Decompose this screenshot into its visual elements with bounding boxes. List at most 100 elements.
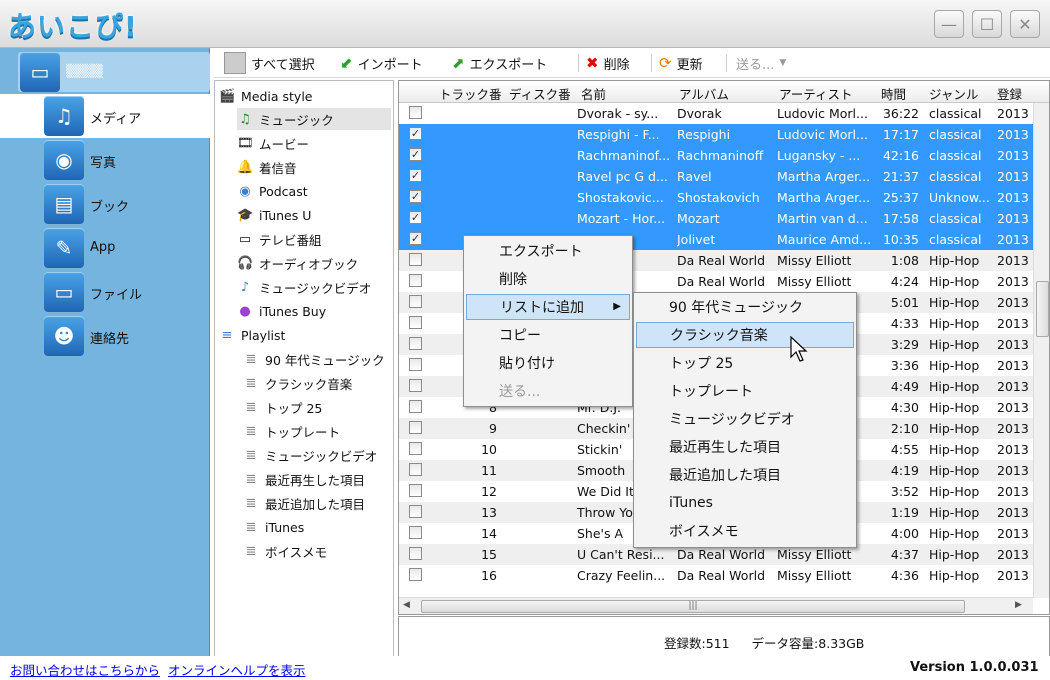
row-checkbox[interactable] <box>409 400 422 413</box>
vertical-scrollbar[interactable] <box>1033 103 1049 598</box>
import-button[interactable]: ⬋ インポート <box>340 53 423 73</box>
maximize-button[interactable]: ☐ <box>972 10 1002 38</box>
menu-item-delete[interactable]: 削除 <box>466 266 630 292</box>
horizontal-scrollbar[interactable]: ◀ ||| ▶ <box>399 597 1033 614</box>
submenu-item[interactable]: ボイスメモ <box>636 518 854 544</box>
tree-item-audiobooks[interactable]: 🎧 オーディオブック <box>237 252 358 274</box>
tree-playlist-item[interactable]: ≣ 最近再生した項目 <box>243 468 365 490</box>
tree-item-itunes-buy[interactable]: ● iTunes Buy <box>237 300 326 322</box>
scroll-thumb[interactable]: ||| <box>421 600 965 613</box>
tree-item-ringtones[interactable]: 🔔 着信音 <box>237 156 297 178</box>
sidebar-item-photos[interactable]: ◉ 写真 <box>0 138 210 182</box>
row-checkbox[interactable] <box>409 274 422 287</box>
tree-playlist[interactable]: ≡ Playlist <box>219 324 286 346</box>
cell-reg: 2013 <box>997 442 1029 457</box>
tree-item-itunes-u[interactable]: 🎓 iTunes U <box>237 204 311 226</box>
send-button[interactable]: 送る... ▼ <box>736 53 786 73</box>
row-checkbox[interactable] <box>409 358 422 371</box>
tree-item-music[interactable]: ♫ ミュージック <box>237 108 391 130</box>
row-checkbox[interactable] <box>409 253 422 266</box>
column-header-genre[interactable]: ジャンル <box>929 84 978 103</box>
table-row[interactable]: ✓ Mozart - Hor... Mozart Martin van d... 17:… <box>399 208 1033 229</box>
sidebar-item-files[interactable]: ▭ ファイル <box>0 270 210 314</box>
column-header-name[interactable]: 名前 <box>581 84 606 103</box>
sidebar-item-media[interactable]: ♫ メディア <box>0 94 210 138</box>
select-all-button[interactable]: すべて選択 <box>224 52 315 74</box>
column-header-artist[interactable]: アーティスト <box>779 84 853 103</box>
row-checkbox[interactable]: ✓ <box>409 169 422 182</box>
contact-link[interactable]: お問い合わせはこちらから <box>10 660 160 679</box>
device-selector[interactable]: ▭ ▒▒▒▒ <box>18 52 210 92</box>
movie-icon: 🎞 <box>237 135 254 151</box>
row-checkbox[interactable]: ✓ <box>409 148 422 161</box>
submenu-item[interactable]: 最近再生した項目 <box>636 434 854 460</box>
column-header-time[interactable]: 時間 <box>881 84 906 103</box>
cell-genre: Hip-Hop <box>929 568 980 583</box>
row-checkbox[interactable]: ✓ <box>409 190 422 203</box>
row-checkbox[interactable] <box>409 421 422 434</box>
submenu-item[interactable]: トップレート <box>636 378 854 404</box>
scroll-thumb[interactable] <box>1036 281 1049 337</box>
sidebar-item-app[interactable]: ✎ App <box>0 226 210 270</box>
tree-item-movies[interactable]: 🎞 ムービー <box>237 132 309 154</box>
close-button[interactable]: ✕ <box>1010 10 1040 38</box>
submenu-item[interactable]: トップ 25 <box>636 350 854 376</box>
row-checkbox[interactable]: ✓ <box>409 232 422 245</box>
menu-item-add-to-list[interactable]: リストに追加 ▶ <box>466 294 630 320</box>
help-link[interactable]: オンラインヘルプを表示 <box>168 660 306 679</box>
row-checkbox[interactable] <box>409 463 422 476</box>
column-header-disc[interactable]: ディスク番 <box>509 84 571 103</box>
row-checkbox[interactable]: ✓ <box>409 127 422 140</box>
tree-playlist-item[interactable]: ≣ 90 年代ミュージック <box>243 348 385 370</box>
tree-item-tv[interactable]: ▭ テレビ番組 <box>237 228 322 250</box>
table-row[interactable]: Dvorak - sy... Dvorak Ludovic Morl... 36:22… <box>399 103 1033 124</box>
row-checkbox[interactable] <box>409 568 422 581</box>
row-checkbox[interactable] <box>409 442 422 455</box>
row-checkbox[interactable] <box>409 526 422 539</box>
column-header-reg[interactable]: 登録 <box>997 84 1022 103</box>
refresh-button[interactable]: ⟳ 更新 <box>659 53 703 73</box>
row-checkbox[interactable] <box>409 295 422 308</box>
submenu-item[interactable]: iTunes <box>636 490 854 516</box>
tree-playlist-item[interactable]: ≣ トップレート <box>243 420 340 442</box>
menu-item-export[interactable]: エクスポート <box>466 238 630 264</box>
tree-playlist-item[interactable]: ≣ ボイスメモ <box>243 540 328 562</box>
submenu-item[interactable]: 90 年代ミュージック <box>636 294 854 320</box>
tree-item-podcast[interactable]: ◉ Podcast <box>237 180 307 202</box>
column-header-album[interactable]: アルバム <box>679 84 729 103</box>
submenu-item[interactable]: クラシック音楽 <box>636 322 854 348</box>
scroll-left-icon[interactable]: ◀ <box>403 600 410 610</box>
row-checkbox[interactable] <box>409 337 422 350</box>
sidebar-item-books[interactable]: ▤ ブック <box>0 182 210 226</box>
row-checkbox[interactable] <box>409 106 422 119</box>
table-row[interactable]: ✓ Shostakovic... Shostakovich Martha Arger.… <box>399 187 1033 208</box>
submenu-item[interactable]: 最近追加した項目 <box>636 462 854 488</box>
submenu-item[interactable]: ミュージックビデオ <box>636 406 854 432</box>
tree-playlist-item[interactable]: ≣ トップ 25 <box>243 396 323 418</box>
menu-item-paste[interactable]: 貼り付け <box>466 350 630 376</box>
row-checkbox[interactable] <box>409 505 422 518</box>
tree-playlist-item[interactable]: ≣ 最近追加した項目 <box>243 492 365 514</box>
table-row[interactable]: ✓ Respighi - F... Respighi Ludovic Morl... 1… <box>399 124 1033 145</box>
tree-playlist-item[interactable]: ≣ iTunes <box>243 516 305 538</box>
table-row[interactable]: ✓ Rachmaninof... Rachmaninoff Lugansky - ..… <box>399 145 1033 166</box>
row-checkbox[interactable]: ✓ <box>409 211 422 224</box>
cell-track: 9 <box>489 421 497 436</box>
row-checkbox[interactable] <box>409 379 422 392</box>
column-header-track[interactable]: トラック番 <box>439 84 502 103</box>
tree-playlist-item[interactable]: ≣ クラシック音楽 <box>243 372 353 394</box>
tree-media-style[interactable]: 🎬 Media style <box>219 85 313 107</box>
minimize-button[interactable]: — <box>934 10 964 38</box>
table-row[interactable]: ✓ Ravel pc G d... Ravel Martha Arger... 21:3… <box>399 166 1033 187</box>
menu-item-copy[interactable]: コピー <box>466 322 630 348</box>
export-button[interactable]: ⬈ エクスポート <box>452 53 547 73</box>
row-checkbox[interactable] <box>409 316 422 329</box>
row-checkbox[interactable] <box>409 484 422 497</box>
scroll-right-icon[interactable]: ▶ <box>1015 600 1022 610</box>
table-row[interactable]: 16 Crazy Feelin... Da Real World Missy Elli… <box>399 565 1033 586</box>
tree-item-music-video[interactable]: ♪ ミュージックビデオ <box>237 276 371 298</box>
delete-button[interactable]: ✖ 削除 <box>586 53 630 73</box>
tree-playlist-item[interactable]: ≣ ミュージックビデオ <box>243 444 378 466</box>
row-checkbox[interactable] <box>409 547 422 560</box>
sidebar-item-contacts[interactable]: ☻ 連絡先 <box>0 314 210 358</box>
